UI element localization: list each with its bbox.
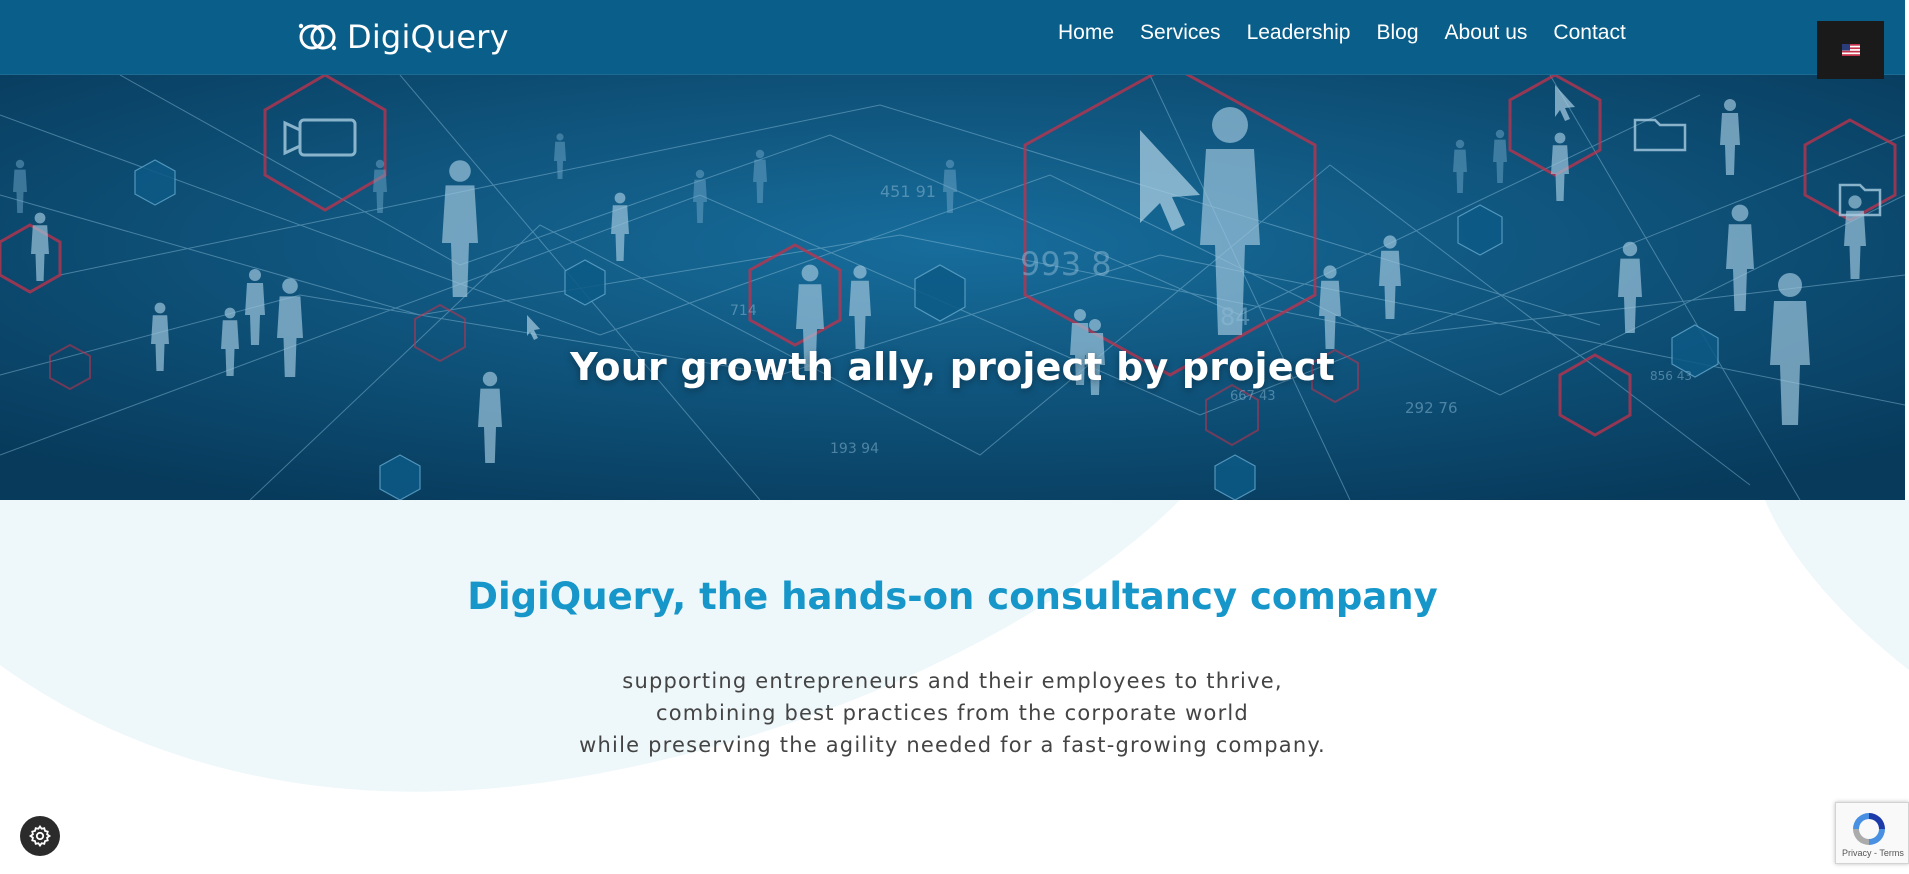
intro-section: DigiQuery, the hands-on consultancy comp… [0, 500, 1909, 874]
hero-network-illustration: 451 91 993 8 84 714 193 94 292 76 667 43… [0, 75, 1905, 500]
hero-title: Your growth ally, project by project [570, 345, 1335, 389]
recaptcha-icon [1853, 813, 1885, 845]
site-logo[interactable]: DigiQuery [297, 16, 509, 58]
bg-number: 84 [1220, 303, 1251, 331]
intro-line: supporting entrepreneurs and their emplo… [622, 669, 1283, 693]
nav-link-contact[interactable]: Contact [1553, 21, 1625, 44]
bg-number: 193 94 [830, 441, 879, 457]
bg-number: 292 76 [1405, 399, 1458, 417]
nav-link-home[interactable]: Home [1058, 21, 1114, 44]
intro-title: DigiQuery, the hands-on consultancy comp… [467, 575, 1438, 618]
gear-icon [28, 824, 52, 848]
nav-link-blog[interactable]: Blog [1376, 21, 1418, 44]
nav-link-about[interactable]: About us [1445, 21, 1528, 44]
bg-number: 993 8 [1020, 245, 1112, 283]
intro-line: while preserving the agility needed for … [579, 733, 1326, 757]
recaptcha-links: Privacy - Terms [1842, 848, 1904, 858]
nav-link-leadership[interactable]: Leadership [1247, 21, 1351, 44]
recaptcha-terms-link[interactable]: Terms [1879, 848, 1904, 858]
intro-description: supporting entrepreneurs and their emplo… [0, 665, 1905, 761]
recaptcha-privacy-link[interactable]: Privacy [1842, 848, 1872, 858]
bg-number: 451 91 [880, 182, 936, 201]
bg-number: 714 [730, 303, 757, 319]
cookie-settings-button[interactable] [20, 816, 60, 856]
hero-banner: 451 91 993 8 84 714 193 94 292 76 667 43… [0, 75, 1905, 500]
site-header: DigiQuery Home Services Leadership Blog … [0, 0, 1905, 75]
recaptcha-badge[interactable]: Privacy - Terms [1835, 802, 1909, 864]
intro-line: combining best practices from the corpor… [656, 701, 1249, 725]
bg-number: 667 43 [1230, 389, 1276, 404]
logo-text: DigiQuery [347, 18, 509, 56]
language-switcher[interactable] [1817, 21, 1884, 79]
nav-link-services[interactable]: Services [1140, 21, 1221, 44]
main-nav: Home Services Leadership Blog About us C… [1058, 21, 1626, 45]
us-flag-icon [1841, 44, 1860, 56]
logo-mark-icon [298, 23, 337, 51]
